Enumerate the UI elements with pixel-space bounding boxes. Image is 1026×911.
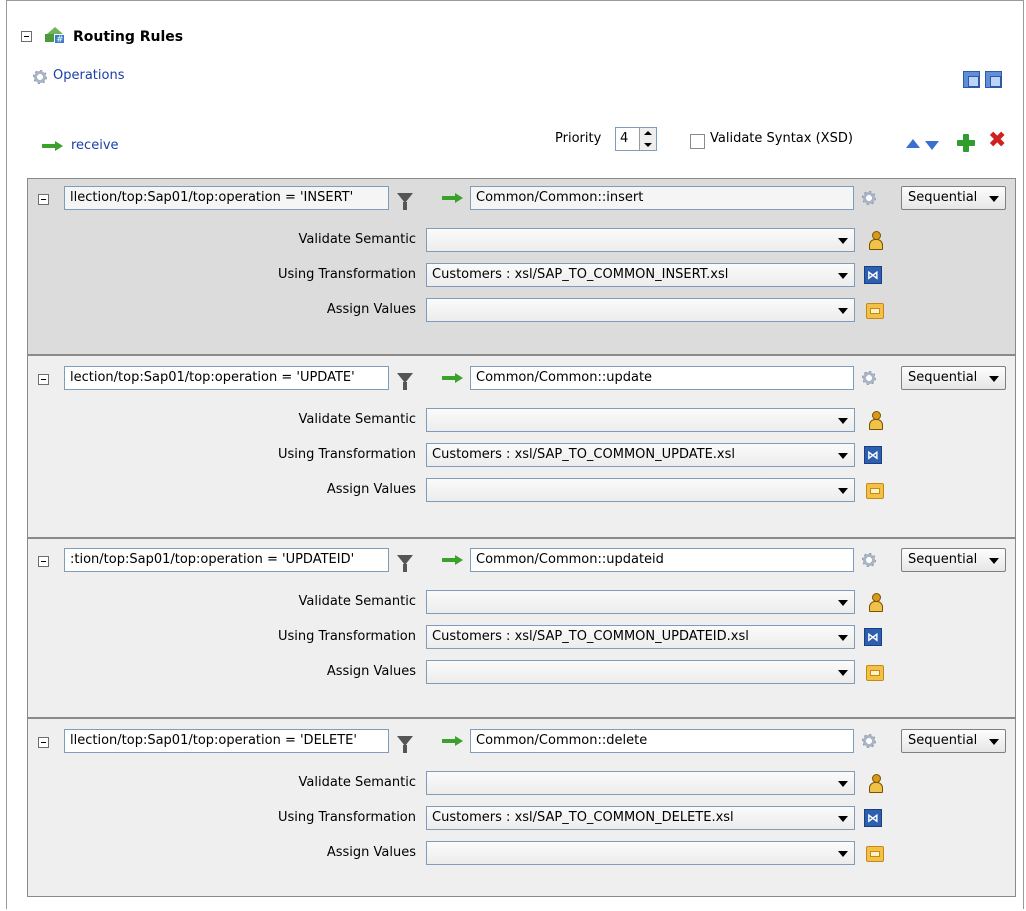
operations-icon (33, 70, 47, 84)
collapse-rule-button[interactable] (38, 374, 49, 385)
collapse-all-icon[interactable] (985, 71, 1002, 88)
routing-rules-icon: # (45, 27, 64, 44)
rule-expression-field[interactable]: llection/top:Sap01/top:operation = 'INSE… (64, 186, 389, 210)
validate-semantic-label: Validate Semantic (298, 775, 417, 790)
execution-mode-select[interactable]: Sequential (901, 366, 1006, 390)
transformation-mapper-icon[interactable]: ⋈ (864, 628, 882, 646)
validate-semantic-icon[interactable] (868, 231, 883, 250)
target-arrow-icon (442, 193, 464, 203)
routing-rules-title: Routing Rules (73, 29, 184, 45)
collapse-rule-button[interactable] (38, 737, 49, 748)
using-transformation-value: Customers : xsl/SAP_TO_COMMON_INSERT.xsl (432, 267, 729, 282)
collapse-rule-button[interactable] (38, 556, 49, 567)
validate-semantic-label: Validate Semantic (298, 594, 417, 609)
move-up-icon[interactable] (906, 139, 920, 148)
using-transformation-label: Using Transformation (277, 810, 416, 825)
execution-mode-select[interactable]: Sequential (901, 548, 1006, 572)
validate-semantic-select[interactable] (426, 590, 855, 614)
assign-values-select[interactable] (426, 660, 855, 684)
assign-values-select[interactable] (426, 298, 855, 322)
validate-semantic-select[interactable] (426, 228, 855, 252)
operation-gear-icon[interactable] (862, 553, 876, 567)
add-rule-icon[interactable] (957, 134, 975, 152)
move-down-icon[interactable] (925, 141, 939, 150)
receive-arrow-icon (42, 141, 64, 151)
operation-gear-icon[interactable] (862, 734, 876, 748)
target-operation-field[interactable]: Common/Common::insert (470, 186, 854, 210)
execution-mode-value: Sequential (908, 190, 978, 205)
assign-values-select[interactable] (426, 478, 855, 502)
using-transformation-label: Using Transformation (277, 267, 416, 282)
transformation-mapper-icon[interactable]: ⋈ (864, 266, 882, 284)
assign-values-icon[interactable] (866, 846, 884, 862)
assign-values-icon[interactable] (866, 483, 884, 499)
using-transformation-label: Using Transformation (277, 629, 416, 644)
using-transformation-value: Customers : xsl/SAP_TO_COMMON_UPDATE.xsl (432, 447, 736, 462)
using-transformation-select[interactable]: Customers : xsl/SAP_TO_COMMON_UPDATEID.x… (426, 625, 855, 649)
filter-icon[interactable] (397, 736, 413, 753)
receive-link[interactable]: receive (71, 138, 119, 153)
using-transformation-label: Using Transformation (277, 447, 416, 462)
execution-mode-select[interactable]: Sequential (901, 729, 1006, 753)
assign-values-label: Assign Values (326, 482, 416, 497)
target-arrow-icon (442, 373, 464, 383)
using-transformation-value: Customers : xsl/SAP_TO_COMMON_DELETE.xsl (432, 810, 734, 825)
validate-syntax-checkbox[interactable] (690, 134, 705, 149)
using-transformation-select[interactable]: Customers : xsl/SAP_TO_COMMON_INSERT.xsl (426, 263, 855, 287)
validate-semantic-select[interactable] (426, 771, 855, 795)
using-transformation-select[interactable]: Customers : xsl/SAP_TO_COMMON_UPDATE.xsl (426, 443, 855, 467)
using-transformation-value: Customers : xsl/SAP_TO_COMMON_UPDATEID.x… (432, 629, 749, 644)
assign-values-label: Assign Values (326, 845, 416, 860)
execution-mode-value: Sequential (908, 370, 978, 385)
filter-icon[interactable] (397, 193, 413, 210)
rule-expression-field[interactable]: :tion/top:Sap01/top:operation = 'UPDATEI… (64, 548, 389, 572)
priority-spinner[interactable]: 4 (615, 127, 657, 151)
execution-mode-value: Sequential (908, 552, 978, 567)
priority-spinner-buttons[interactable] (639, 128, 656, 150)
priority-value: 4 (620, 131, 629, 146)
priority-label: Priority (555, 131, 602, 146)
transformation-mapper-icon[interactable]: ⋈ (864, 446, 882, 464)
svg-text:#: # (56, 35, 64, 44)
expand-all-icon[interactable] (963, 71, 980, 88)
filter-icon[interactable] (397, 555, 413, 572)
execution-mode-value: Sequential (908, 733, 978, 748)
delete-rule-icon[interactable]: ✖ (988, 130, 1006, 152)
validate-semantic-label: Validate Semantic (298, 412, 417, 427)
validate-syntax-label: Validate Syntax (XSD) (710, 131, 853, 146)
target-arrow-icon (442, 555, 464, 565)
validate-semantic-label: Validate Semantic (298, 232, 417, 247)
validate-semantic-icon[interactable] (868, 774, 883, 793)
execution-mode-select[interactable]: Sequential (901, 186, 1006, 210)
collapse-rule-button[interactable] (38, 194, 49, 205)
filter-icon[interactable] (397, 373, 413, 390)
priority-up-icon[interactable] (644, 131, 652, 135)
transformation-mapper-icon[interactable]: ⋈ (864, 809, 882, 827)
using-transformation-select[interactable]: Customers : xsl/SAP_TO_COMMON_DELETE.xsl (426, 806, 855, 830)
operation-gear-icon[interactable] (862, 191, 876, 205)
validate-semantic-select[interactable] (426, 408, 855, 432)
assign-values-select[interactable] (426, 841, 855, 865)
target-arrow-icon (442, 736, 464, 746)
validate-semantic-icon[interactable] (868, 593, 883, 612)
priority-down-icon[interactable] (644, 143, 652, 147)
target-operation-field[interactable]: Common/Common::delete (470, 729, 854, 753)
rule-expression-field[interactable]: llection/top:Sap01/top:operation = 'DELE… (64, 729, 389, 753)
assign-values-label: Assign Values (326, 664, 416, 679)
validate-semantic-icon[interactable] (868, 411, 883, 430)
assign-values-icon[interactable] (866, 303, 884, 319)
rule-expression-field[interactable]: lection/top:Sap01/top:operation = 'UPDAT… (64, 366, 389, 390)
assign-values-icon[interactable] (866, 665, 884, 681)
assign-values-label: Assign Values (326, 302, 416, 317)
target-operation-field[interactable]: Common/Common::updateid (470, 548, 854, 572)
operation-gear-icon[interactable] (862, 371, 876, 385)
operations-link[interactable]: Operations (53, 68, 124, 83)
target-operation-field[interactable]: Common/Common::update (470, 366, 854, 390)
collapse-routing-rules-button[interactable] (21, 31, 32, 42)
